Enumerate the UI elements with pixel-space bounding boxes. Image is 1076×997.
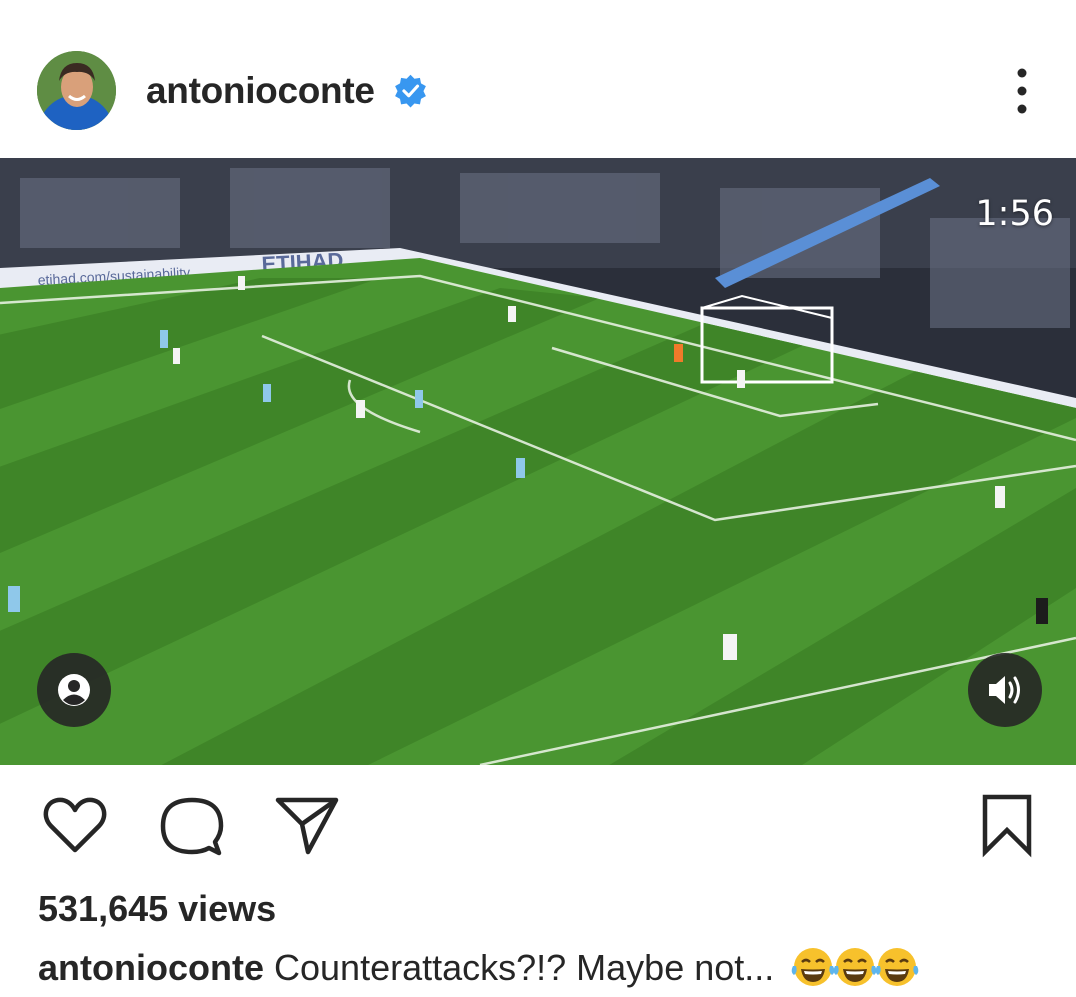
post-actions (0, 790, 1076, 860)
face-with-tears-of-joy-icon (834, 948, 877, 986)
video-duration: 1:56 (975, 194, 1054, 234)
sound-toggle-button[interactable] (968, 653, 1042, 727)
comment-icon[interactable] (157, 790, 227, 860)
views-count[interactable]: 531,645 views (38, 888, 276, 930)
share-icon[interactable] (272, 790, 342, 860)
tagged-people-button[interactable] (37, 653, 111, 727)
sound-on-icon (989, 676, 1020, 704)
caption-text: Counterattacks?!? Maybe not... (274, 947, 775, 988)
avatar[interactable] (37, 51, 116, 130)
caption-username[interactable]: antonioconte (38, 947, 264, 988)
post-username[interactable]: antonioconte (146, 70, 375, 112)
more-options-icon[interactable] (1004, 66, 1040, 116)
bookmark-icon[interactable] (972, 790, 1042, 860)
post-header: antonioconte (0, 0, 1076, 158)
face-with-tears-of-joy-icon (876, 948, 919, 986)
heart-icon[interactable] (40, 790, 110, 860)
tagged-people-icon (58, 674, 90, 706)
avatar-image (37, 51, 116, 130)
caption-emojis (790, 946, 919, 997)
face-with-tears-of-joy-icon (792, 948, 835, 986)
video-player[interactable]: etihad.com/sustainability ETIHAD 1:56 (0, 158, 1076, 765)
post-caption: antonioconte Counterattacks?!? Maybe not… (38, 946, 919, 997)
video-frame: etihad.com/sustainability ETIHAD (0, 158, 1076, 765)
verified-badge-icon (395, 74, 426, 108)
